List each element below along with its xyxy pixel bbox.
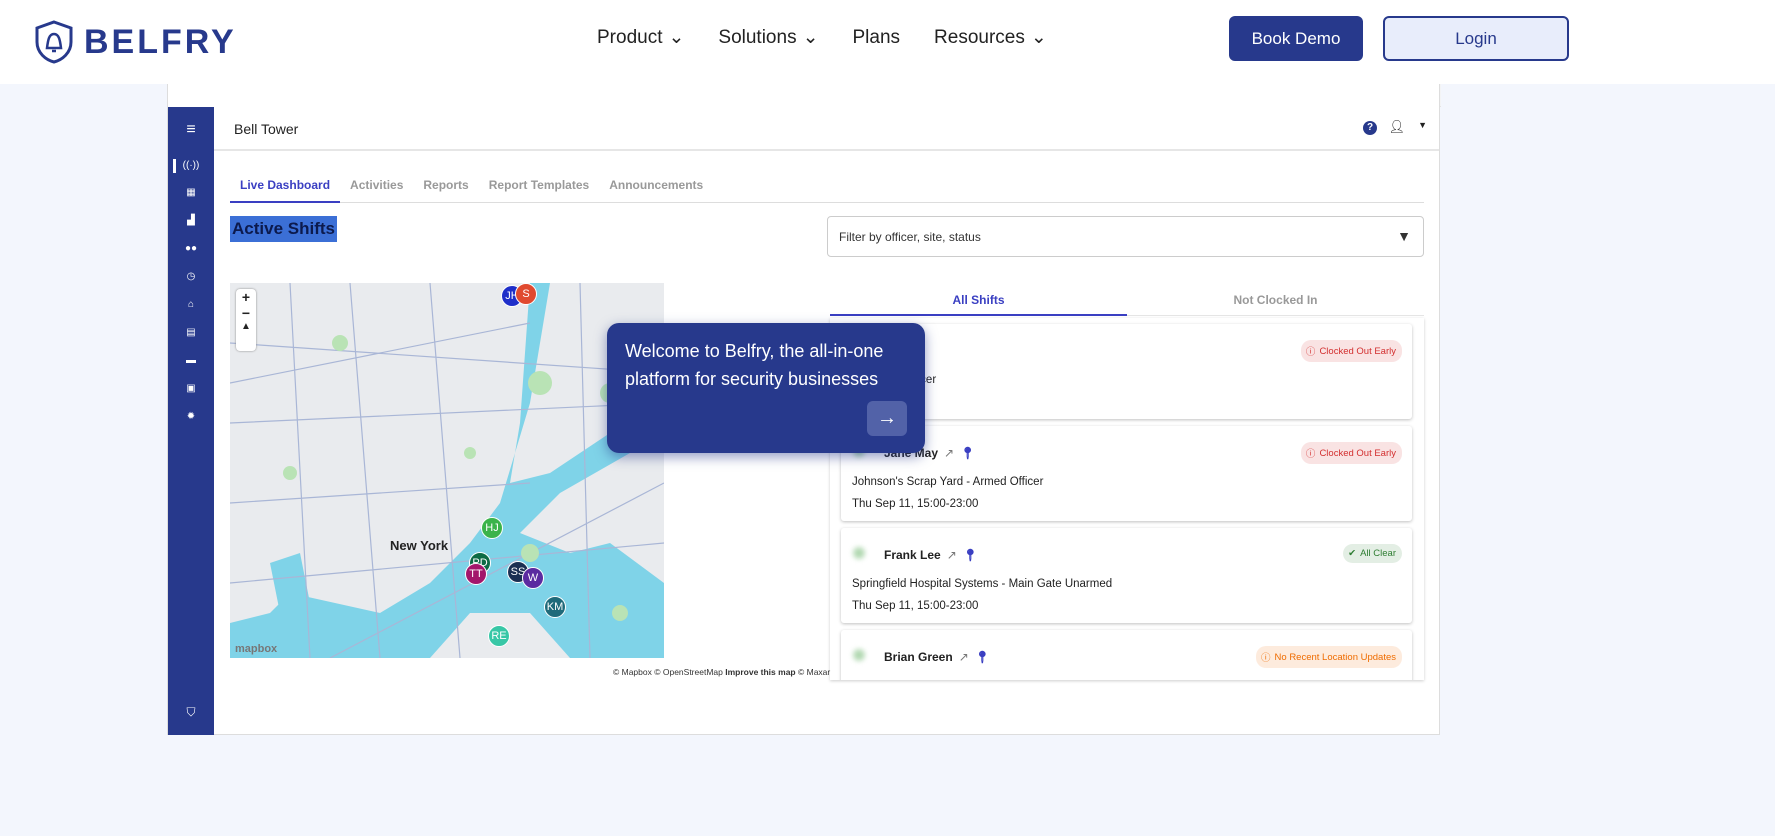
officer-marker[interactable]: W [522, 567, 544, 589]
officer-marker[interactable]: KM [544, 596, 566, 618]
map-city-label: New York [390, 538, 449, 553]
tab-all-shifts[interactable]: All Shifts [830, 284, 1127, 316]
top-nav: BELFRY Product ⌄ Solutions ⌄ Plans Resourc… [0, 0, 1775, 84]
status-badge: ⓘ Clocked Out Early [1300, 340, 1402, 362]
welcome-tooltip: Welcome to Belfry, the all-in-one platfo… [607, 323, 925, 453]
tab-live-dashboard[interactable]: Live Dashboard [230, 178, 341, 203]
bank-icon[interactable]: ⌂ [168, 299, 214, 310]
mapbox-logo[interactable]: mapbox [235, 643, 277, 655]
shift-card[interactable]: Brian Green ↗ 📍︎ ⓘ No Recent Location Updat… [841, 630, 1412, 680]
shift-card[interactable]: e↗📍︎ Unarmed Officer 00-23:00 ⓘClocked O… [841, 324, 1412, 419]
app-header: Bell Tower ? 👤︎ ▼ [214, 107, 1439, 151]
user-icon[interactable]: 👤︎ [1388, 119, 1405, 135]
app-title: Bell Tower [234, 121, 299, 137]
help-icon[interactable]: ? [1363, 121, 1377, 135]
status-text: All Clear [1360, 548, 1396, 559]
tab-not-clocked-in[interactable]: Not Clocked In [1127, 284, 1424, 316]
nav-resources[interactable]: Resources ⌄ [934, 26, 1047, 49]
officer-marker[interactable]: HJ [481, 517, 503, 539]
brand-name: BELFRY [84, 22, 237, 61]
caret-down-icon[interactable]: ▼ [1418, 120, 1427, 130]
next-arrow-button[interactable]: → [867, 401, 907, 436]
filter-icon[interactable]: ▼ [1397, 228, 1411, 244]
maxar-link[interactable]: © Maxar [798, 667, 830, 677]
zoom-out-button[interactable]: − [236, 305, 256, 321]
sidebar: ≡ ((·)) ▦ ▟ ●● ◷ ⌂ ▤ ▬ ▣ ✹ ⛉ [168, 107, 214, 735]
external-link-icon[interactable]: ↗ [959, 650, 969, 664]
external-link-icon[interactable]: ↗ [944, 446, 954, 460]
document-icon[interactable]: ▤ [168, 327, 214, 338]
chevron-down-icon: ⌄ [802, 27, 819, 48]
status-icon: ⓘ [1305, 449, 1316, 460]
building-icon[interactable]: ▟ [168, 215, 214, 226]
chevron-down-icon: ⌄ [668, 27, 685, 48]
filter-input[interactable]: Filter by officer, site, status ▼ [827, 216, 1424, 257]
officer-name: Frank Lee [884, 548, 941, 562]
report-icon[interactable]: ▣ [168, 383, 214, 394]
shield-icon[interactable]: ⛉ [168, 705, 214, 720]
shift-site: Johnson's Scrap Yard - Armed Officer [852, 476, 1044, 488]
status-text: No Recent Location Updates [1274, 651, 1396, 663]
login-button[interactable]: Login [1383, 16, 1569, 61]
tab-activities[interactable]: Activities [340, 178, 413, 203]
shift-site: Springfield Hospital Systems - Main Gate… [852, 578, 1113, 590]
status-icon: ⓘ [1261, 653, 1271, 664]
menu-icon[interactable]: ≡ [168, 121, 214, 139]
nav-product[interactable]: Product ⌄ [597, 26, 684, 49]
shift-tabs: All Shifts Not Clocked In [830, 284, 1424, 316]
officer-name: Brian Green [884, 650, 953, 664]
calendar-icon[interactable]: ▦ [168, 187, 214, 198]
status-badge: ⓘ Clocked Out Early [1300, 442, 1402, 464]
nav-plans[interactable]: Plans [853, 26, 901, 49]
location-pin-icon[interactable]: 📍︎ [963, 548, 978, 562]
officer-marker[interactable]: TT [465, 563, 487, 585]
shift-card[interactable]: Frank Lee ↗ 📍︎ Springfield Hospital System… [841, 528, 1412, 623]
tab-reports[interactable]: Reports [413, 178, 478, 203]
map-attribution: © Mapbox © OpenStreetMap Improve this ma… [613, 667, 830, 677]
officer-marker[interactable]: RE [488, 625, 510, 647]
attribution-link[interactable]: © Mapbox © OpenStreetMap [613, 667, 723, 677]
nav-solutions[interactable]: Solutions ⌄ [718, 26, 818, 49]
shift-time: Thu Sep 11, 15:00-23:00 [852, 600, 979, 612]
status-text: Clocked Out Early [1319, 345, 1396, 357]
tab-report-templates[interactable]: Report Templates [479, 178, 599, 203]
location-pin-icon[interactable]: 📍︎ [975, 650, 990, 664]
arrow-right-icon: → [877, 407, 897, 429]
location-pin-icon[interactable]: 📍︎ [960, 446, 975, 460]
filter-placeholder: Filter by officer, site, status [839, 230, 981, 244]
chevron-down-icon: ⌄ [1030, 27, 1047, 48]
settings-icon[interactable]: ✹ [168, 411, 214, 422]
clock-icon[interactable]: ◷ [168, 271, 214, 282]
external-link-icon[interactable]: ↗ [947, 548, 957, 562]
live-icon[interactable]: ((·)) [168, 160, 214, 171]
tab-announcements[interactable]: Announcements [599, 178, 713, 203]
status-icon: ⓘ [1305, 347, 1316, 358]
zoom-in-button[interactable]: + [236, 289, 256, 305]
main-tabs: Live Dashboard Activities Reports Report… [230, 178, 1424, 203]
status-text: Clocked Out Early [1319, 447, 1396, 459]
improve-map-link[interactable]: Improve this map [725, 667, 795, 677]
shift-card[interactable]: Jane May ↗ 📍︎ Johnson's Scrap Yard - Armed… [841, 426, 1412, 521]
book-demo-button[interactable]: Book Demo [1229, 16, 1363, 61]
users-icon[interactable]: ●● [168, 243, 214, 254]
section-title: Active Shifts [230, 216, 337, 242]
officer-marker[interactable]: S [515, 283, 537, 305]
truck-icon[interactable]: ▬ [168, 355, 214, 366]
shift-time: Thu Sep 11, 15:00-23:00 [852, 498, 979, 510]
map-zoom-controls: + − ▲ [236, 289, 256, 351]
tooltip-text: Welcome to Belfry, the all-in-one platfo… [625, 341, 884, 389]
status-badge: ⓘ No Recent Location Updates [1256, 646, 1402, 668]
status-badge: ✔ All Clear [1343, 544, 1402, 563]
map[interactable]: + − ▲ New York mapbox JHSHJPDTTSSWKMRE [230, 283, 664, 658]
avatar [852, 546, 866, 560]
compass-button[interactable]: ▲ [236, 321, 256, 332]
map-tiles [230, 283, 664, 658]
status-icon: ✔ [1348, 548, 1357, 559]
belfry-logo[interactable]: BELFRY [34, 20, 237, 64]
bell-shield-icon [35, 20, 73, 64]
avatar [852, 648, 866, 662]
